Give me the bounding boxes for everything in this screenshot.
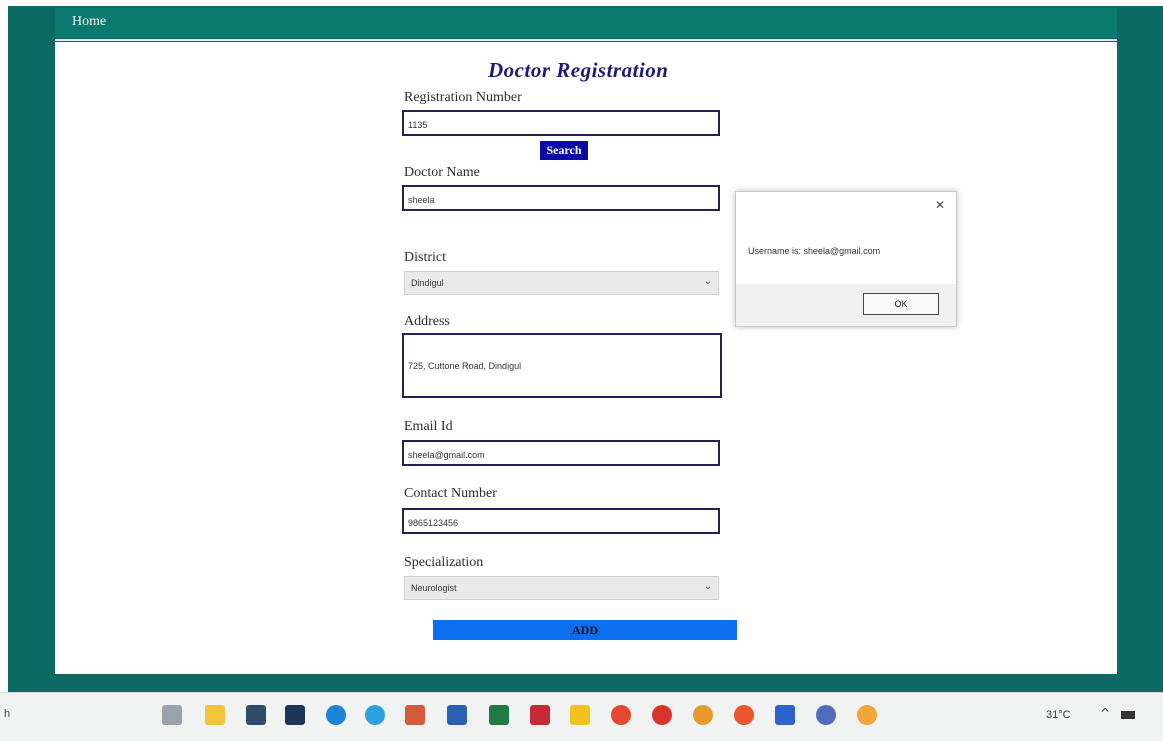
specialization-select[interactable]: Neurologist ⌄ — [404, 576, 719, 600]
email-label: Email Id — [404, 419, 453, 434]
app-orange-icon[interactable] — [693, 705, 713, 725]
file-explorer-icon[interactable] — [205, 705, 225, 725]
excel-icon[interactable] — [489, 705, 509, 725]
left-edge — [0, 0, 8, 740]
weather-icon[interactable] — [857, 705, 877, 725]
district-label: District — [404, 250, 446, 265]
ok-button[interactable]: OK — [863, 293, 939, 315]
specialization-label: Specialization — [404, 555, 484, 570]
battery-icon[interactable] — [1121, 711, 1135, 719]
app-blue-icon[interactable] — [775, 705, 795, 725]
powerpoint-icon[interactable] — [405, 705, 425, 725]
navbar: Home — [55, 8, 1117, 38]
dropbox-icon[interactable] — [285, 705, 305, 725]
district-selected-value: Dindigul — [411, 278, 444, 288]
contact-number-input[interactable]: 9865123456 — [402, 508, 720, 534]
sticky-notes-icon[interactable] — [570, 705, 590, 725]
nav-home-link[interactable]: Home — [72, 14, 106, 30]
store-icon[interactable] — [246, 705, 266, 725]
edge-icon[interactable] — [326, 705, 346, 725]
app-red-icon[interactable] — [652, 705, 672, 725]
specialization-selected-value: Neurologist — [411, 583, 457, 593]
chevron-down-icon: ⌄ — [703, 276, 712, 287]
teams-icon[interactable] — [816, 705, 836, 725]
chevron-down-icon: ⌄ — [703, 581, 712, 592]
contact-number-label: Contact Number — [404, 486, 497, 501]
word-icon[interactable] — [447, 705, 467, 725]
taskbar: h 31°C ^ — [0, 692, 1163, 741]
tray-chevron-icon[interactable]: ^ — [1100, 706, 1110, 720]
registration-number-input[interactable]: 1135 — [402, 110, 720, 136]
nav-divider — [55, 39, 1117, 41]
district-select[interactable]: Dindigul ⌄ — [404, 271, 719, 295]
chrome-icon[interactable] — [611, 705, 631, 725]
alert-message: Username is: sheela@gmail.com — [748, 246, 881, 256]
close-icon[interactable]: ✕ — [935, 198, 945, 212]
address-textarea[interactable]: 725, Cuttone Road, Dindigul — [402, 333, 722, 398]
search-button[interactable]: Search — [540, 141, 588, 160]
acrobat-icon[interactable] — [530, 705, 550, 725]
page-title: Doctor Registration — [488, 58, 669, 82]
firefox-icon[interactable] — [734, 705, 754, 725]
taskbar-search[interactable]: h — [4, 708, 10, 720]
temperature-label: 31°C — [1046, 709, 1071, 721]
address-label: Address — [404, 314, 450, 329]
doctor-name-input[interactable]: sheela — [402, 185, 720, 211]
telegram-icon[interactable] — [365, 705, 385, 725]
email-input[interactable]: sheela@gmail.com — [402, 440, 720, 466]
add-button[interactable]: ADD — [433, 620, 737, 640]
task-view-icon[interactable] — [162, 705, 182, 725]
registration-number-label: Registration Number — [404, 90, 522, 105]
doctor-name-label: Doctor Name — [404, 165, 480, 180]
alert-footer: OK — [736, 284, 956, 326]
alert-dialog: ✕ Username is: sheela@gmail.com OK — [735, 191, 957, 327]
